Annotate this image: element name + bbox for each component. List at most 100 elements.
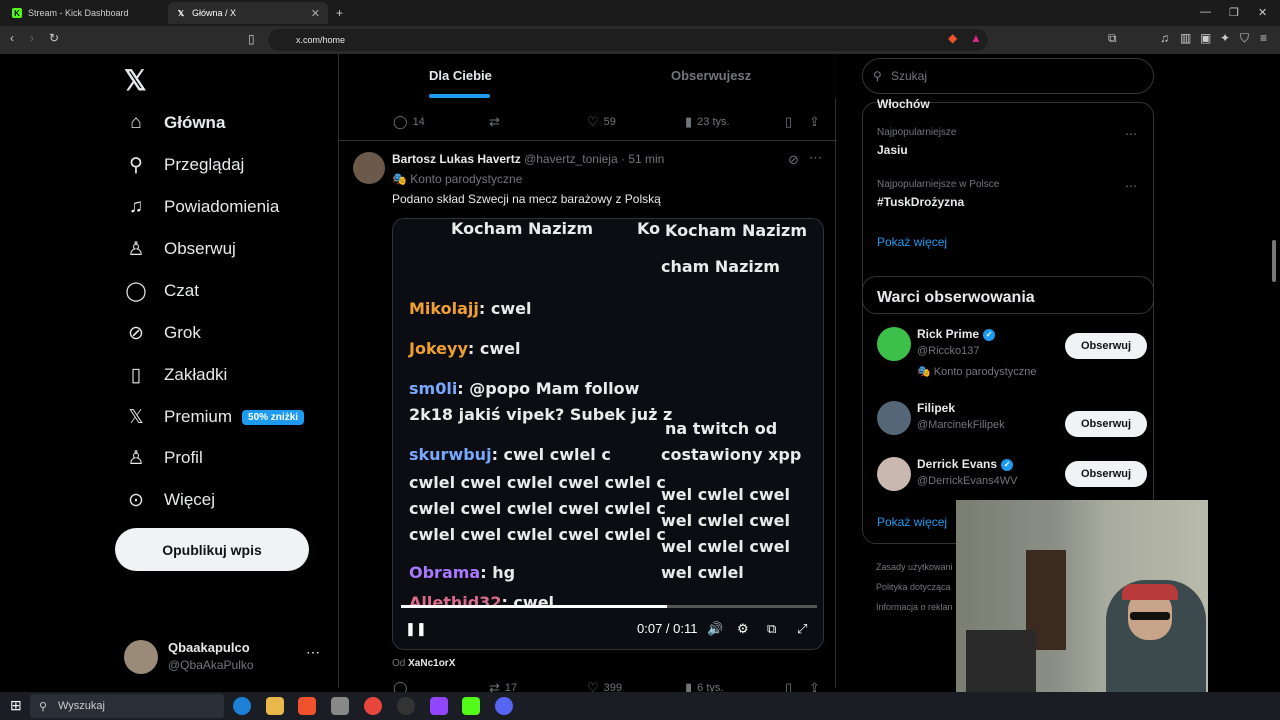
footer-link[interactable]: Informacja o reklan <box>876 602 953 612</box>
nav-notifications[interactable]: ♫ Powiadomienia <box>124 192 279 222</box>
tab-x[interactable]: 𝕏 Główna / X ✕ <box>168 2 328 24</box>
tweet-time[interactable]: 51 min <box>628 152 664 166</box>
search-input[interactable]: ⚲ Szukaj <box>862 58 1154 94</box>
discord-icon[interactable] <box>495 697 513 715</box>
nav-more[interactable]: ⊙ Więcej <box>124 485 215 515</box>
forward-icon[interactable]: › <box>30 31 34 45</box>
edge-icon[interactable] <box>233 697 251 715</box>
account-switcher[interactable]: Qbaakapulco @QbaAkaPulko ⋯ <box>124 638 324 674</box>
nav-bookmarks[interactable]: ▯ Zakładki <box>124 360 228 390</box>
rewards-icon[interactable]: ▲ <box>970 31 982 45</box>
video-player[interactable]: Kocham Nazizm Ko Kocham Nazizm cham Nazi… <box>392 218 824 650</box>
restore-icon[interactable]: ❐ <box>1229 6 1239 19</box>
wallet-icon[interactable]: ▣ <box>1200 31 1211 45</box>
file-explorer-icon[interactable] <box>266 697 284 715</box>
back-icon[interactable]: ‹ <box>10 31 14 45</box>
prev-tweet-actions: ◯ 14 ⇄ ♡ 59 ▮ 23 tys. ▯ ⇪ <box>339 114 837 136</box>
show-more-link[interactable]: Pokaż więcej <box>877 515 947 529</box>
close-icon[interactable]: ✕ <box>311 7 320 20</box>
show-more-link[interactable]: Pokaż więcej <box>877 235 947 249</box>
more-icon[interactable]: ⋯ <box>1125 179 1137 193</box>
bookmark-page-icon[interactable]: ▯ <box>248 32 255 46</box>
app-icon[interactable] <box>430 697 448 715</box>
tab-for-you[interactable]: Dla Ciebie <box>429 68 492 83</box>
nav-label: Obserwuj <box>164 239 236 258</box>
nav-explore[interactable]: ⚲ Przeglądaj <box>124 150 244 180</box>
retweet-button[interactable]: ⇄ <box>489 114 505 130</box>
like-count: 59 <box>603 116 616 128</box>
leo-icon[interactable]: ✦ <box>1220 31 1230 45</box>
trend-name[interactable]: Jasiu <box>877 143 908 157</box>
nav-premium[interactable]: 𝕏 Premium 50% zniżki <box>124 402 305 432</box>
nav-label: Profil <box>164 448 203 467</box>
new-tab-icon[interactable]: + <box>336 6 343 20</box>
vpn-icon[interactable]: ⛉ <box>1240 31 1249 46</box>
minimize-icon[interactable]: — <box>1200 6 1211 18</box>
kick-icon[interactable] <box>462 697 480 715</box>
brave-shield-icon[interactable]: ◆ <box>948 31 957 45</box>
menu-icon[interactable]: ≡ <box>1260 31 1267 45</box>
follow-button[interactable]: Obserwuj <box>1065 411 1147 437</box>
tab-title: Stream - Kick Dashboard <box>28 8 129 18</box>
nav-profile[interactable]: ♙ Profil <box>124 443 203 473</box>
nav-label: Przeglądaj <box>164 155 245 174</box>
url-input[interactable]: x.com/home <box>268 29 988 51</box>
from-user[interactable]: XaNc1orX <box>408 658 455 669</box>
trend-name[interactable]: #TuskDrożyzna <box>877 195 964 209</box>
more-icon[interactable]: ⋯ <box>809 150 822 166</box>
bookmark-button[interactable]: ▯ <box>785 114 797 130</box>
video-progress-bar[interactable] <box>401 605 817 608</box>
sidebar-toggle-icon[interactable]: ▥ <box>1180 31 1191 45</box>
volume-icon[interactable]: 🔊 <box>707 621 723 637</box>
reload-icon[interactable]: ↻ <box>49 31 59 45</box>
avatar[interactable] <box>353 152 385 184</box>
footer-link[interactable]: Zasady użytkowani <box>876 562 953 572</box>
tab-kick[interactable]: K Stream - Kick Dashboard <box>4 2 164 24</box>
trend-name[interactable]: Włochów <box>877 97 930 111</box>
tweet-author[interactable]: Bartosz Lukas Havertz <box>392 152 521 166</box>
grok-icon[interactable]: ⊘ <box>788 152 799 168</box>
share-button[interactable]: ⇪ <box>809 114 825 130</box>
nav-home[interactable]: ⌂ Główna <box>124 108 225 138</box>
pause-icon[interactable]: ❚❚ <box>405 621 427 637</box>
windows-start-icon[interactable]: ⊞ <box>10 697 22 714</box>
pip-icon[interactable]: ⧉ <box>767 621 776 637</box>
chrome-icon[interactable] <box>364 697 382 715</box>
heart-icon: ♡ <box>587 114 599 129</box>
like-button[interactable]: ♡ 59 <box>587 114 616 130</box>
nav-grok[interactable]: ⊘ Grok <box>124 318 201 348</box>
app-icon[interactable] <box>331 697 349 715</box>
fullscreen-icon[interactable]: ⤢ <box>797 621 807 637</box>
nav-label: Czat <box>164 281 199 300</box>
nav-chat[interactable]: ◯ Czat <box>124 276 199 306</box>
follow-button[interactable]: Obserwuj <box>1065 333 1147 359</box>
tweet-handle[interactable]: @havertz_tonieja <box>524 152 618 166</box>
more-icon[interactable]: ⋯ <box>1125 127 1137 141</box>
follow-button[interactable]: Obserwuj <box>1065 461 1147 487</box>
video-progress-fill <box>401 605 668 608</box>
suggested-user[interactable]: Rick Prime ✓ @Riccko137 🎭 Konto parodysty… <box>877 327 1147 378</box>
taskbar-search[interactable]: ⚲ Wyszukaj <box>30 694 224 718</box>
more-icon[interactable]: ⋯ <box>306 644 320 661</box>
footer-link[interactable]: Polityka dotycząca <box>876 582 951 592</box>
brave-icon[interactable] <box>298 697 316 715</box>
reply-button[interactable]: ◯ 14 <box>393 114 425 130</box>
scrollbar[interactable] <box>1272 240 1276 282</box>
window-close-icon[interactable]: ✕ <box>1258 6 1267 19</box>
settings-icon[interactable]: ⚙ <box>737 621 749 637</box>
main-feed: ◯ 14 ⇄ ♡ 59 ▮ 23 tys. ▯ ⇪ Dla Ciebie Obserw… <box>338 54 837 695</box>
nav-follow[interactable]: ♙ Obserwuj <box>124 234 236 264</box>
post-button[interactable]: Opublikuj wpis <box>115 528 309 571</box>
reply-icon: ◯ <box>393 114 408 129</box>
address-bar-row: ‹ › ↻ ▯ x.com/home ◆ ▲ ⧉ ♫ ▥ ▣ ✦ ⛉ ≡ <box>0 26 1280 54</box>
media-icon[interactable]: ♫ <box>1160 31 1169 45</box>
obs-icon[interactable] <box>397 697 415 715</box>
home-icon: ⌂ <box>130 112 142 133</box>
extensions-icon[interactable]: ⧉ <box>1108 31 1117 46</box>
x-logo-icon[interactable]: 𝕏 <box>124 64 147 97</box>
suggested-user[interactable]: Filipek @MarcinekFilipek Obserwuj <box>877 401 1147 451</box>
views-button[interactable]: ▮ 23 tys. <box>685 114 730 130</box>
chat-line: cham Nazizm <box>661 257 780 276</box>
tab-following[interactable]: Obserwujesz <box>671 68 751 83</box>
search-icon: ⚲ <box>873 69 882 83</box>
